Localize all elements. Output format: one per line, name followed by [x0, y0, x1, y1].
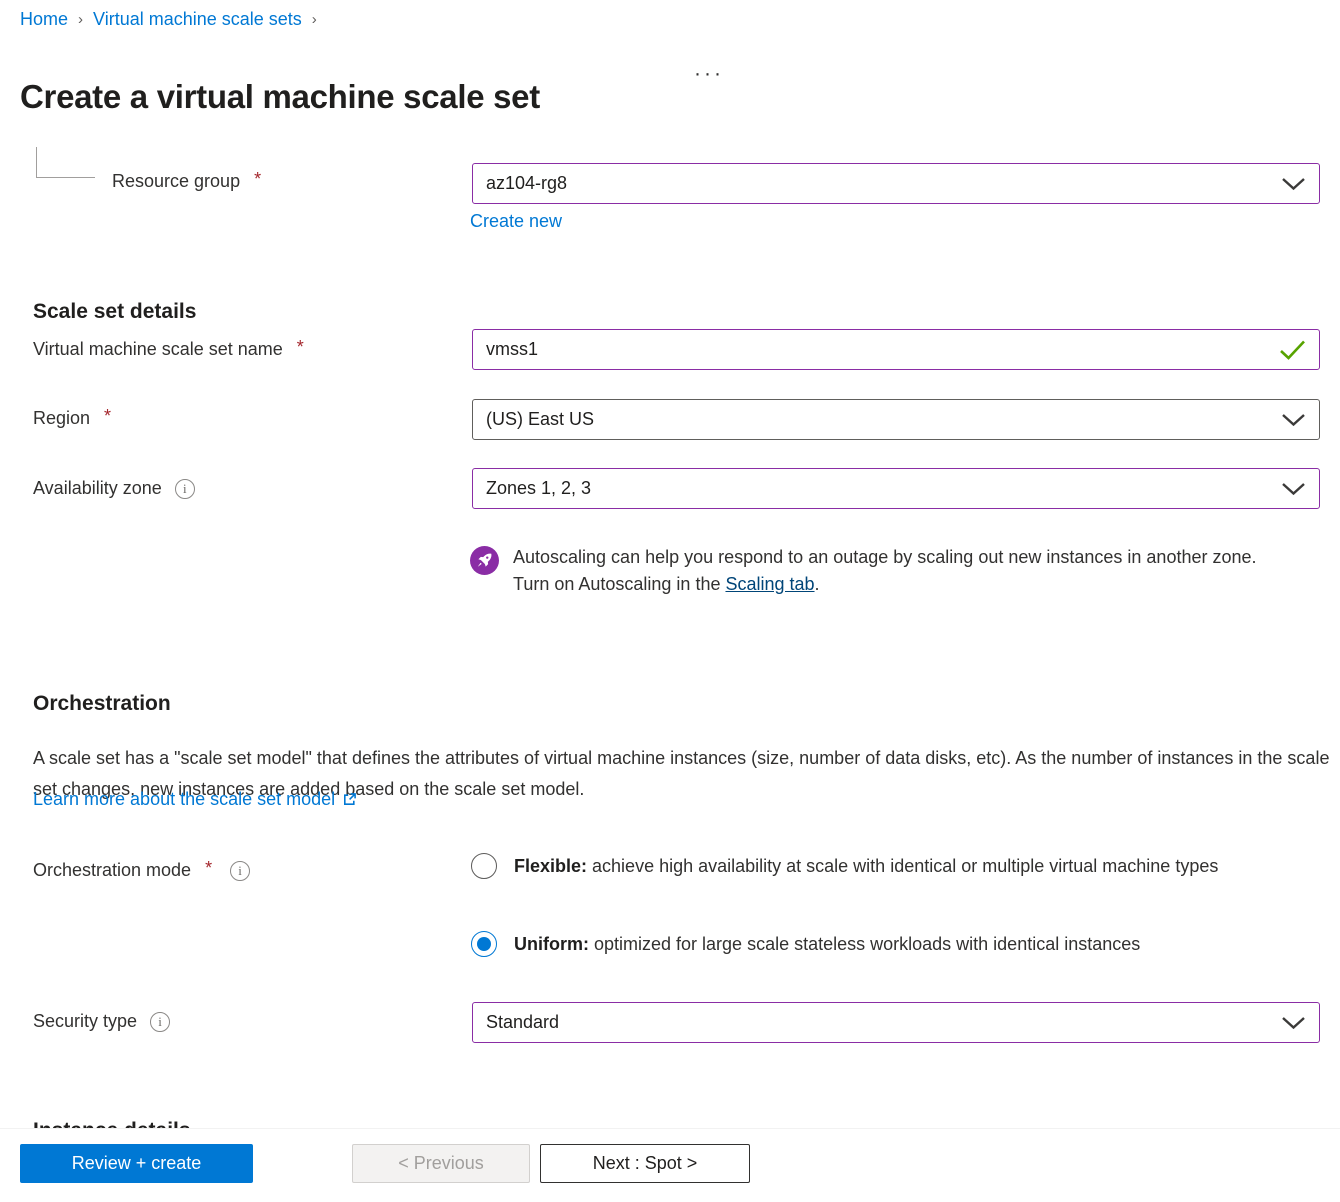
autoscaling-note-text: Autoscaling can help you respond to an o… — [513, 544, 1260, 598]
required-asterisk: * — [297, 337, 304, 358]
region-dropdown[interactable]: (US) East US — [472, 399, 1320, 440]
more-options-ellipsis-icon[interactable]: ··· — [694, 62, 724, 86]
valid-checkmark-icon — [1279, 339, 1306, 360]
vmss-name-input[interactable]: vmss1 — [472, 329, 1320, 370]
review-create-button[interactable]: Review + create — [20, 1144, 253, 1183]
vmss-name-label: Virtual machine scale set name* — [33, 339, 304, 360]
learn-more-link[interactable]: Learn more about the scale set model — [33, 789, 335, 810]
resource-group-dropdown[interactable]: az104-rg8 — [472, 163, 1320, 204]
chevron-down-icon — [1281, 413, 1306, 427]
resource-group-label: Resource group* — [112, 171, 261, 192]
orchestration-mode-option-flexible[interactable]: Flexible: achieve high availability at s… — [471, 851, 1261, 882]
learn-more-row: Learn more about the scale set model — [33, 789, 357, 810]
chevron-right-icon: › — [78, 11, 83, 28]
create-new-link[interactable]: Create new — [470, 211, 562, 232]
orchestration-mode-label: Orchestration mode* — [33, 860, 250, 881]
breadcrumb: Home › Virtual machine scale sets › — [20, 9, 317, 30]
chevron-down-icon — [1281, 177, 1306, 191]
radio-unselected-icon — [471, 853, 497, 879]
page-title: Create a virtual machine scale set — [20, 78, 540, 116]
previous-button[interactable]: < Previous — [352, 1144, 530, 1183]
wizard-footer: Review + create < Previous Next : Spot > — [0, 1128, 1340, 1202]
tree-connector-line — [36, 147, 95, 178]
breadcrumb-home-link[interactable]: Home — [20, 9, 68, 30]
external-link-icon — [342, 792, 357, 807]
scaling-tab-link[interactable]: Scaling tab — [725, 574, 814, 594]
required-asterisk: * — [254, 169, 261, 190]
rocket-icon — [470, 546, 499, 575]
autoscaling-note: Autoscaling can help you respond to an o… — [470, 544, 1260, 598]
scale-set-details-heading: Scale set details — [33, 300, 196, 324]
required-asterisk: * — [205, 858, 212, 879]
info-icon[interactable] — [230, 861, 250, 881]
radio-selected-icon — [471, 931, 497, 957]
info-icon[interactable] — [175, 479, 195, 499]
security-type-dropdown[interactable]: Standard — [472, 1002, 1320, 1043]
chevron-right-icon: › — [312, 11, 317, 28]
region-label: Region* — [33, 408, 111, 429]
orchestration-heading: Orchestration — [33, 692, 171, 716]
info-icon[interactable] — [150, 1012, 170, 1032]
availability-zone-label: Availability zone — [33, 478, 195, 499]
uniform-option-text: Uniform: optimized for large scale state… — [514, 929, 1140, 960]
required-asterisk: * — [104, 406, 111, 427]
chevron-down-icon — [1281, 1016, 1306, 1030]
flexible-option-text: Flexible: achieve high availability at s… — [514, 851, 1218, 882]
next-spot-button[interactable]: Next : Spot > — [540, 1144, 750, 1183]
create-vmss-page: Home › Virtual machine scale sets › Crea… — [0, 0, 1340, 1202]
security-type-label: Security type — [33, 1011, 170, 1032]
breadcrumb-vmss-link[interactable]: Virtual machine scale sets — [93, 9, 302, 30]
orchestration-mode-option-uniform[interactable]: Uniform: optimized for large scale state… — [471, 929, 1321, 960]
availability-zone-dropdown[interactable]: Zones 1, 2, 3 — [472, 468, 1320, 509]
chevron-down-icon — [1281, 482, 1306, 496]
